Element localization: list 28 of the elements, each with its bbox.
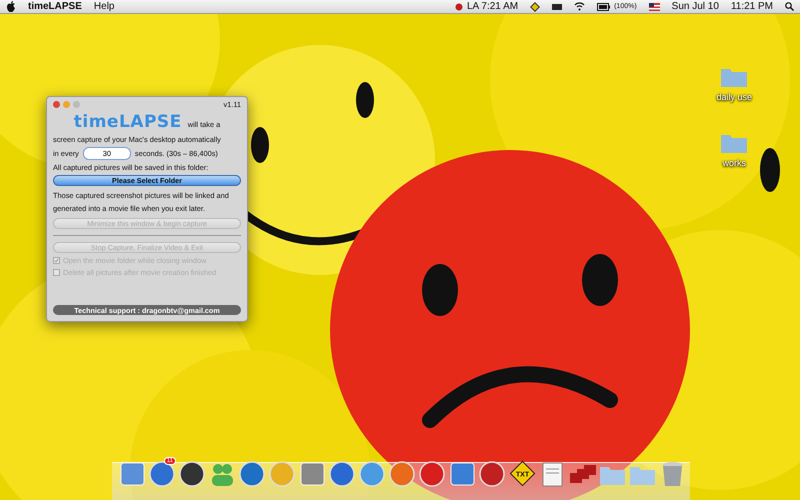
apple-icon[interactable] (6, 1, 16, 12)
stacked-windows-icon[interactable] (570, 465, 596, 483)
search-icon[interactable] (785, 2, 794, 11)
help-menu[interactable]: Help (94, 1, 114, 12)
world-clock[interactable]: LA 7:21 AM (466, 1, 518, 12)
app-circle-icon[interactable] (479, 461, 505, 487)
battery-icon[interactable] (597, 2, 610, 10)
diamond-icon[interactable] (530, 2, 540, 12)
app-circle-icon[interactable] (179, 461, 205, 487)
app-square-icon[interactable] (450, 462, 474, 486)
eye (582, 254, 618, 306)
eye (251, 127, 269, 163)
eye (356, 82, 374, 118)
app-logo: timeLAPSE (74, 112, 182, 132)
app-square-icon[interactable] (120, 462, 144, 486)
wifi-icon[interactable] (574, 2, 586, 11)
trash-icon[interactable] (662, 462, 682, 486)
eye (760, 148, 780, 192)
close-button[interactable] (53, 100, 60, 108)
app-square-icon[interactable] (300, 462, 324, 486)
menu-date[interactable]: Sun Jul 10 (672, 1, 719, 12)
app-menu[interactable]: timeLAPSE (28, 1, 82, 12)
menu-clock[interactable]: 11:21 PM (730, 1, 773, 12)
document-icon[interactable] (542, 462, 562, 486)
clock-icon[interactable] (454, 2, 463, 10)
flag-icon[interactable] (648, 2, 660, 10)
people-icon[interactable] (212, 464, 233, 486)
eye (422, 264, 458, 316)
